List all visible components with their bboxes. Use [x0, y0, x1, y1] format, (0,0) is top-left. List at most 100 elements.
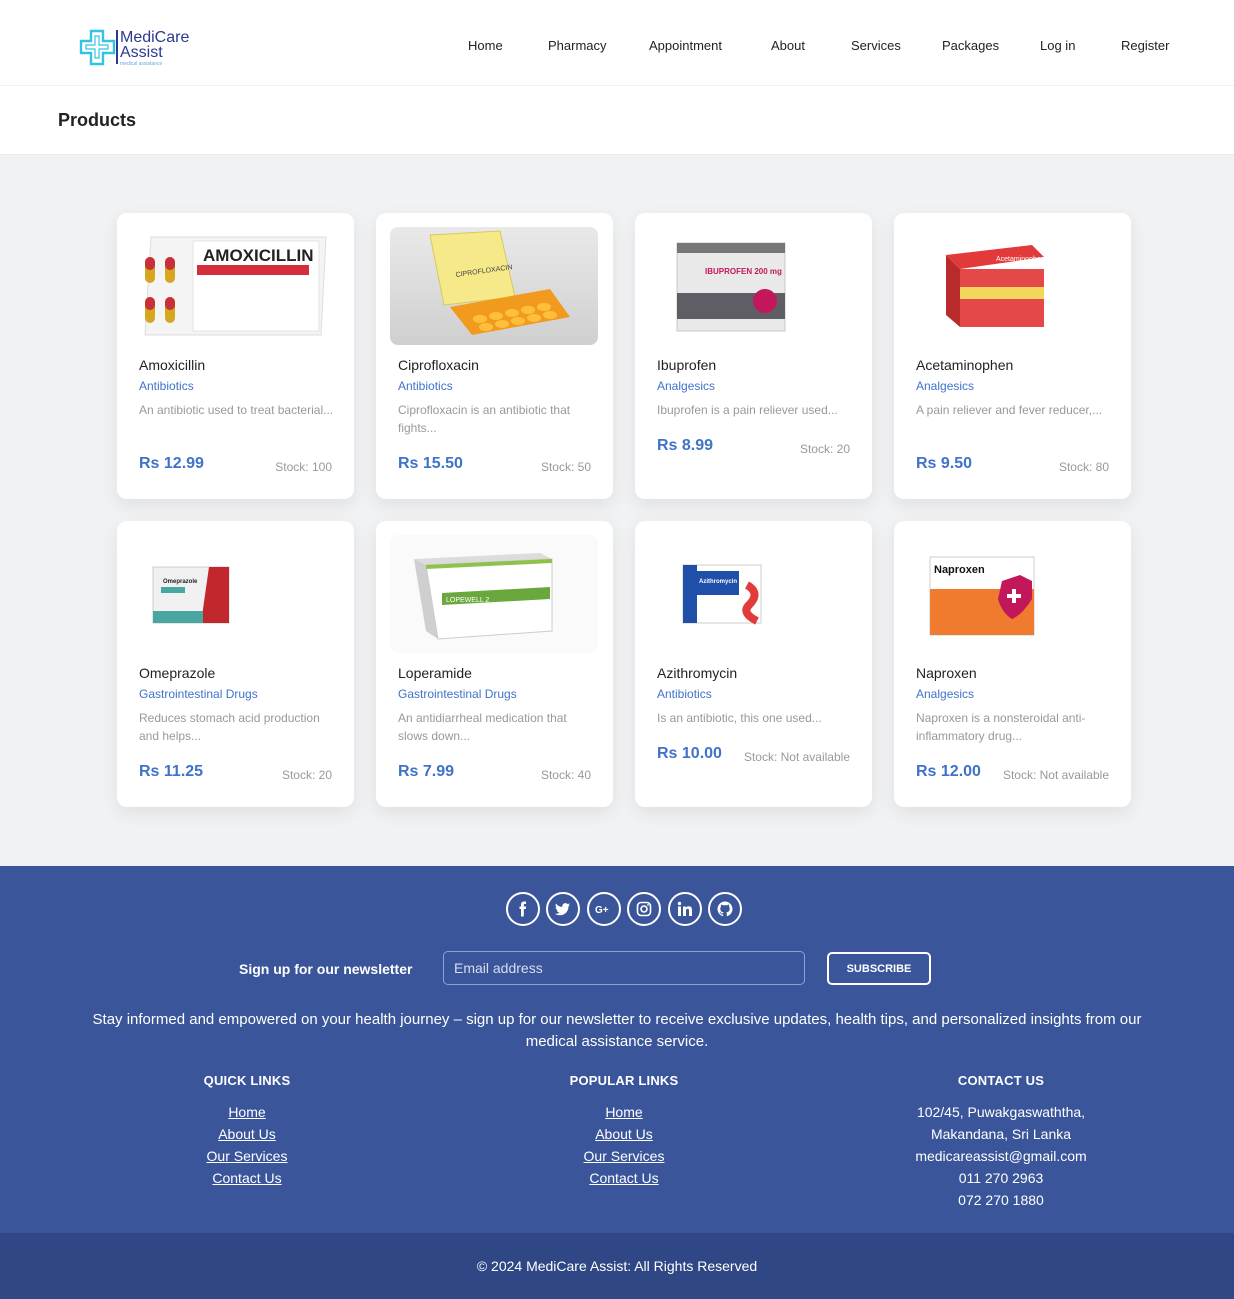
- nav-packages[interactable]: Packages: [942, 38, 999, 53]
- newsletter-label: Sign up for our newsletter: [239, 961, 413, 977]
- product-description: Ciprofloxacin is an antibiotic that figh…: [398, 403, 571, 435]
- product-price: Rs 12.00: [916, 763, 981, 780]
- contact-address-line1: 102/45, Puwakgaswaththa,: [916, 1104, 1086, 1120]
- product-name[interactable]: Ibuprofen: [657, 357, 716, 373]
- google-plus-icon[interactable]: G+: [587, 892, 621, 926]
- product-stock: Stock: 20: [281, 768, 332, 782]
- package-label: Naproxen: [934, 564, 985, 576]
- product-card-azithromycin[interactable]: Azithromycin 500 mg Azithromycin Antibio…: [635, 521, 872, 807]
- subscribe-button[interactable]: SUBSCRIBE: [827, 952, 931, 985]
- nav-register[interactable]: Register: [1121, 38, 1169, 53]
- nav-about[interactable]: About: [771, 38, 805, 53]
- product-card-acetaminophen[interactable]: Acetaminophen Acetaminophen Analgesics A…: [894, 213, 1131, 499]
- social-links: G+: [506, 892, 746, 926]
- twitter-icon[interactable]: [546, 892, 580, 926]
- product-image: LOPEWELL 2: [390, 535, 598, 653]
- product-description: A pain reliever and fever reducer,...: [916, 403, 1103, 417]
- contact-address-line2: Makandana, Sri Lanka: [930, 1126, 1072, 1142]
- product-card-omeprazole[interactable]: Omeprazole Omeprazole Gastrointestinal D…: [117, 521, 354, 807]
- product-card-ciprofloxacin[interactable]: CIPROFLOXACIN Ciprofloxacin Antibiotics …: [376, 213, 613, 499]
- product-stock: Stock: Not available: [1002, 768, 1109, 782]
- product-description: An antidiarrheal medication that slows d…: [398, 711, 567, 743]
- footer: G+ Sign up for our newsletter SUBSCRIBE …: [0, 866, 1234, 1233]
- popular-links: POPULAR LINKS Home About Us Our Services…: [474, 1073, 774, 1189]
- product-stock: Stock: 80: [1058, 460, 1109, 474]
- newsletter-email-input[interactable]: [443, 951, 805, 985]
- contact-us: CONTACT US 102/45, Puwakgaswaththa, Maka…: [851, 1073, 1151, 1211]
- nav-appointment[interactable]: Appointment: [649, 38, 722, 53]
- product-image: Acetaminophen: [908, 227, 1116, 345]
- popular-link-services[interactable]: Our Services: [474, 1145, 774, 1167]
- product-image: AMOXICILLIN: [131, 227, 339, 345]
- page-header: Products: [0, 86, 1234, 155]
- product-card-ibuprofen[interactable]: IBUPROFEN 200 mg Ibuprofen Analgesics Ib…: [635, 213, 872, 499]
- newsletter-blurb: Stay informed and empowered on your heal…: [92, 1011, 1142, 1050]
- popular-link-home[interactable]: Home: [474, 1101, 774, 1123]
- product-description: Naproxen is a nonsteroidal anti-inflamma…: [916, 711, 1086, 743]
- quick-links: QUICK LINKS Home About Us Our Services C…: [97, 1073, 397, 1189]
- quick-link-services[interactable]: Our Services: [97, 1145, 397, 1167]
- product-stock: Stock: 100: [275, 460, 332, 474]
- product-image: Omeprazole: [131, 535, 339, 653]
- product-image: Azithromycin 500 mg: [649, 535, 857, 653]
- nav-services[interactable]: Services: [851, 38, 901, 53]
- product-stock: Stock: 50: [540, 460, 591, 474]
- contact-title: CONTACT US: [957, 1073, 1045, 1088]
- product-price: Rs 12.99: [139, 455, 204, 472]
- product-category: Gastrointestinal Drugs: [398, 687, 517, 701]
- github-icon[interactable]: [708, 892, 742, 926]
- product-price: Rs 7.99: [398, 763, 455, 780]
- page-title: Products: [58, 110, 137, 130]
- product-card-amoxicillin[interactable]: AMOXICILLIN Amoxicillin Antibiotics An a…: [117, 213, 354, 499]
- instagram-icon[interactable]: [627, 892, 661, 926]
- product-category: Analgesics: [657, 379, 716, 393]
- svg-text:G+: G+: [595, 905, 609, 916]
- copyright: © 2024 MediCare Assist: All Rights Reser…: [476, 1258, 758, 1274]
- quick-link-contact[interactable]: Contact Us: [97, 1167, 397, 1189]
- product-name[interactable]: Ciprofloxacin: [398, 357, 479, 373]
- product-category: Analgesics: [916, 687, 975, 701]
- popular-links-title: POPULAR LINKS: [569, 1073, 679, 1088]
- popular-link-about[interactable]: About Us: [474, 1123, 774, 1145]
- quick-link-about[interactable]: About Us: [97, 1123, 397, 1145]
- product-image: IBUPROFEN 200 mg: [649, 227, 857, 345]
- product-name[interactable]: Amoxicillin: [139, 357, 205, 373]
- nav-login[interactable]: Log in: [1040, 38, 1075, 53]
- product-name[interactable]: Omeprazole: [139, 665, 215, 681]
- product-description: Reduces stomach acid production and help…: [139, 711, 320, 743]
- product-image: CIPROFLOXACIN: [390, 227, 598, 345]
- product-stock: Stock: Not available: [743, 750, 850, 764]
- quick-link-home[interactable]: Home: [97, 1101, 397, 1123]
- facebook-icon[interactable]: [506, 892, 540, 926]
- product-price: Rs 9.50: [916, 455, 973, 472]
- product-stock: Stock: 40: [540, 768, 591, 782]
- product-price: Rs 15.50: [398, 455, 463, 472]
- nav-pharmacy[interactable]: Pharmacy: [548, 38, 607, 53]
- product-price: Rs 11.25: [139, 763, 204, 780]
- product-price: Rs 10.00: [657, 745, 722, 762]
- brand-tagline: medical assistance: [120, 61, 163, 67]
- contact-email[interactable]: medicareassist@gmail.com: [851, 1145, 1151, 1167]
- product-grid: AMOXICILLIN Amoxicillin Antibiotics An a…: [0, 155, 1234, 866]
- package-label: Omeprazole: [163, 579, 198, 585]
- product-category: Analgesics: [916, 379, 975, 393]
- product-stock: Stock: 20: [799, 442, 850, 456]
- product-name[interactable]: Naproxen: [916, 665, 977, 681]
- product-description: Ibuprofen is a pain reliever used...: [657, 403, 838, 417]
- product-name[interactable]: Acetaminophen: [916, 357, 1013, 373]
- product-name[interactable]: Azithromycin: [657, 665, 737, 681]
- product-name[interactable]: Loperamide: [398, 665, 472, 681]
- quick-links-title: QUICK LINKS: [203, 1073, 291, 1088]
- product-category: Antibiotics: [657, 687, 712, 701]
- linkedin-icon[interactable]: [668, 892, 702, 926]
- contact-phone-1[interactable]: 011 270 2963: [851, 1167, 1151, 1189]
- popular-link-contact[interactable]: Contact Us: [474, 1167, 774, 1189]
- nav-home[interactable]: Home: [468, 38, 503, 53]
- product-category: Antibiotics: [398, 379, 453, 393]
- product-card-naproxen[interactable]: Naproxen Naproxen Analgesics Naproxen is…: [894, 521, 1131, 807]
- main-nav: Home Pharmacy Appointment About Services…: [0, 38, 1234, 58]
- product-price: Rs 8.99: [657, 437, 714, 454]
- navbar: MediCare Assist medical assistance Home …: [0, 0, 1234, 86]
- contact-phone-2[interactable]: 072 270 1880: [851, 1189, 1151, 1211]
- product-card-loperamide[interactable]: LOPEWELL 2 Loperamide Gastrointestinal D…: [376, 521, 613, 807]
